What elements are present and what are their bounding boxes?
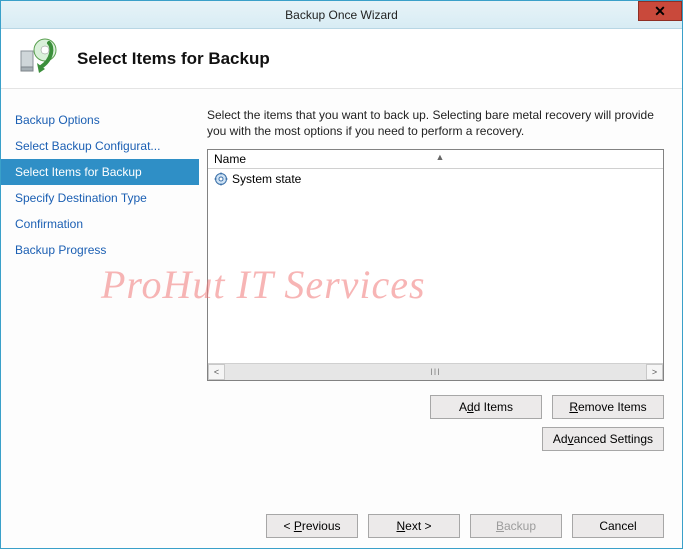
scroll-right-button[interactable]: > bbox=[646, 364, 663, 380]
list-item-label: System state bbox=[232, 172, 301, 186]
step-confirmation[interactable]: Confirmation bbox=[1, 211, 199, 237]
previous-button[interactable]: < Previous bbox=[266, 514, 358, 538]
items-listbox[interactable]: Name ▲ bbox=[207, 149, 664, 381]
column-header-label: Name bbox=[214, 152, 246, 166]
wizard-icon bbox=[15, 37, 59, 81]
column-header[interactable]: Name ▲ bbox=[208, 150, 663, 169]
scroll-track[interactable]: III bbox=[225, 364, 646, 380]
scroll-left-button[interactable]: < bbox=[208, 364, 225, 380]
step-backup-progress[interactable]: Backup Progress bbox=[1, 237, 199, 263]
step-select-items[interactable]: Select Items for Backup bbox=[1, 159, 199, 185]
wizard-footer: < Previous Next > Backup Cancel bbox=[207, 494, 664, 538]
horizontal-scrollbar[interactable]: < III > bbox=[208, 363, 663, 380]
titlebar: Backup Once Wizard ✕ bbox=[1, 1, 682, 29]
step-backup-options[interactable]: Backup Options bbox=[1, 107, 199, 133]
sort-indicator-icon: ▲ bbox=[436, 152, 445, 162]
step-destination-type[interactable]: Specify Destination Type bbox=[1, 185, 199, 211]
backup-button: Backup bbox=[470, 514, 562, 538]
step-sidebar: Backup Options Select Backup Configurat.… bbox=[1, 89, 199, 548]
close-button[interactable]: ✕ bbox=[638, 1, 682, 21]
system-state-icon bbox=[214, 172, 228, 186]
remove-items-button[interactable]: Remove Items bbox=[552, 395, 664, 419]
window-title: Backup Once Wizard bbox=[1, 8, 682, 22]
list-item[interactable]: System state bbox=[212, 171, 659, 187]
next-button[interactable]: Next > bbox=[368, 514, 460, 538]
wizard-window: Backup Once Wizard ✕ Select Items for Ba… bbox=[0, 0, 683, 549]
main-panel: Select the items that you want to back u… bbox=[199, 89, 682, 548]
add-items-button[interactable]: Add Items bbox=[430, 395, 542, 419]
wizard-body: Backup Options Select Backup Configurat.… bbox=[1, 89, 682, 548]
step-select-backup-config[interactable]: Select Backup Configurat... bbox=[1, 133, 199, 159]
advanced-settings-button[interactable]: Advanced Settings bbox=[542, 427, 664, 451]
cancel-button[interactable]: Cancel bbox=[572, 514, 664, 538]
instruction-text: Select the items that you want to back u… bbox=[207, 107, 664, 139]
list-body: System state bbox=[208, 169, 663, 363]
page-title: Select Items for Backup bbox=[77, 49, 270, 69]
close-icon: ✕ bbox=[654, 3, 666, 20]
header-band: Select Items for Backup bbox=[1, 29, 682, 89]
item-buttons-row: Add Items Remove Items bbox=[207, 395, 664, 419]
advanced-row: Advanced Settings bbox=[207, 427, 664, 451]
